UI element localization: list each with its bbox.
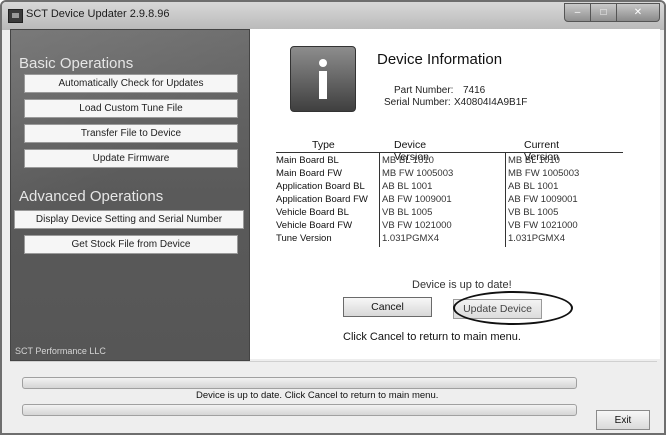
table-cell-type: Application Board FW bbox=[276, 194, 368, 205]
window-controls: – □ ✕ bbox=[564, 3, 660, 22]
table-cell-type: Tune Version bbox=[276, 233, 332, 244]
basic-operations-heading: Basic Operations bbox=[19, 55, 134, 72]
info-icon bbox=[290, 46, 356, 112]
table-cell-current-version: 1.031PGMX4 bbox=[508, 233, 566, 244]
window-title: SCT Device Updater 2.9.8.96 bbox=[26, 8, 170, 20]
device-info-panel: Device Information Part Number: 7416 Ser… bbox=[250, 29, 660, 359]
table-cell-device-version: AB FW 1009001 bbox=[382, 194, 452, 205]
display-device-settings-button[interactable]: Display Device Setting and Serial Number bbox=[14, 210, 244, 229]
table-header-type: Type bbox=[312, 139, 335, 151]
load-custom-tune-button[interactable]: Load Custom Tune File bbox=[24, 99, 238, 118]
operations-sidebar: Basic Operations Automatically Check for… bbox=[10, 29, 250, 361]
return-instruction: Click Cancel to return to main menu. bbox=[343, 331, 521, 343]
title-bar[interactable]: SCT Device Updater 2.9.8.96 – □ ✕ bbox=[2, 2, 664, 30]
serial-number-value: X40804I4A9B1F bbox=[454, 97, 528, 108]
table-column-divider bbox=[379, 152, 380, 247]
serial-number-label: Serial Number: bbox=[384, 97, 451, 108]
company-footer: SCT Performance LLC bbox=[15, 346, 106, 356]
update-firmware-button[interactable]: Update Firmware bbox=[24, 149, 238, 168]
table-cell-device-version: VB BL 1005 bbox=[382, 207, 433, 218]
progress-bar-bottom bbox=[22, 404, 577, 416]
app-icon bbox=[8, 9, 23, 23]
table-cell-type: Application Board BL bbox=[276, 181, 365, 192]
transfer-file-button[interactable]: Transfer File to Device bbox=[24, 124, 238, 143]
table-column-divider bbox=[505, 152, 506, 247]
table-cell-device-version: 1.031PGMX4 bbox=[382, 233, 440, 244]
table-cell-current-version: AB BL 1001 bbox=[508, 181, 559, 192]
progress-bar-top bbox=[22, 377, 577, 389]
table-cell-current-version: AB FW 1009001 bbox=[508, 194, 578, 205]
cancel-button[interactable]: Cancel bbox=[343, 297, 432, 317]
table-cell-type: Vehicle Board BL bbox=[276, 207, 349, 218]
app-window: SCT Device Updater 2.9.8.96 – □ ✕ Basic … bbox=[0, 0, 666, 435]
get-stock-file-button[interactable]: Get Stock File from Device bbox=[24, 235, 238, 254]
table-cell-current-version: MB FW 1005003 bbox=[508, 168, 580, 179]
table-cell-current-version: VB BL 1005 bbox=[508, 207, 559, 218]
exit-button[interactable]: Exit bbox=[596, 410, 650, 430]
close-button[interactable]: ✕ bbox=[617, 3, 660, 22]
table-cell-type: Vehicle Board FW bbox=[276, 220, 353, 231]
table-cell-device-version: VB FW 1021000 bbox=[382, 220, 452, 231]
table-header-divider bbox=[276, 152, 623, 153]
maximize-button[interactable]: □ bbox=[591, 3, 617, 22]
table-cell-type: Main Board FW bbox=[276, 168, 342, 179]
table-cell-current-version: VB FW 1021000 bbox=[508, 220, 578, 231]
table-cell-device-version: AB BL 1001 bbox=[382, 181, 433, 192]
minimize-button[interactable]: – bbox=[564, 3, 591, 22]
part-number-label: Part Number: bbox=[394, 85, 454, 96]
update-device-button[interactable]: Update Device bbox=[453, 299, 542, 319]
status-text: Device is up to date. Click Cancel to re… bbox=[196, 390, 439, 401]
auto-check-updates-button[interactable]: Automatically Check for Updates bbox=[24, 74, 238, 93]
table-cell-current-version: MB BL 1010 bbox=[508, 155, 560, 166]
table-cell-device-version: MB BL 1010 bbox=[382, 155, 434, 166]
table-cell-type: Main Board BL bbox=[276, 155, 339, 166]
up-to-date-message: Device is up to date! bbox=[412, 279, 512, 291]
table-cell-device-version: MB FW 1005003 bbox=[382, 168, 454, 179]
device-info-title: Device Information bbox=[377, 51, 503, 68]
status-area: Device is up to date. Click Cancel to re… bbox=[10, 361, 657, 431]
part-number-value: 7416 bbox=[463, 85, 486, 96]
advanced-operations-heading: Advanced Operations bbox=[19, 188, 164, 205]
